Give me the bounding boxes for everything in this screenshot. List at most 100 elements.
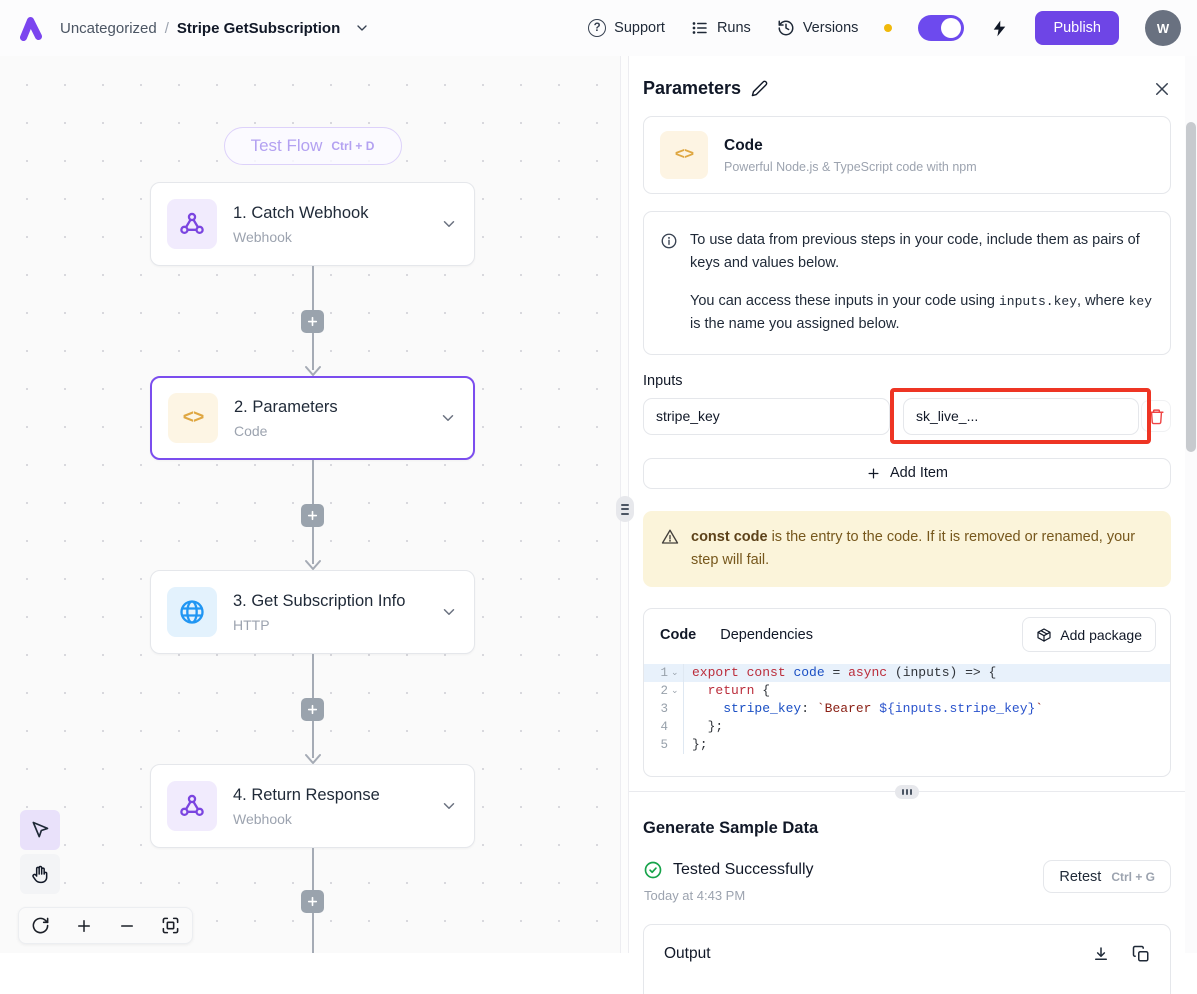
output-title: Output <box>664 945 711 963</box>
warning-text: const code is the entry to the code. If … <box>691 526 1153 572</box>
step-title: 2. Parameters <box>234 398 423 417</box>
canvas-zoom-toolbar <box>18 907 193 944</box>
chevron-down-icon[interactable] <box>440 797 458 815</box>
panel-resize-handle[interactable] <box>616 496 634 522</box>
fit-view-icon[interactable] <box>155 911 185 941</box>
flow-canvas[interactable]: Test Flow Ctrl + D 1. Catch Webhook Webh… <box>0 56 620 953</box>
flow-connector <box>283 654 343 764</box>
support-button[interactable]: ? Support <box>588 19 665 37</box>
zoom-in-icon[interactable] <box>69 911 99 941</box>
scrollbar-thumb[interactable] <box>1186 122 1196 452</box>
code-line: 2⌄ return { <box>644 682 1170 700</box>
arrow-down-icon <box>303 365 323 377</box>
piece-name: Code <box>724 137 977 155</box>
line-number: 3 <box>660 700 668 718</box>
close-icon[interactable] <box>1153 80 1171 98</box>
runs-button[interactable]: Runs <box>691 19 751 37</box>
generate-sample-data-title: Generate Sample Data <box>643 819 1171 838</box>
arrow-down-icon <box>303 753 323 765</box>
fold-chevron-icon[interactable]: ⌄ <box>671 682 680 700</box>
add-step-button[interactable] <box>301 890 324 913</box>
zoom-out-icon[interactable] <box>112 911 142 941</box>
arrow-down-icon <box>303 559 323 571</box>
test-flow-shortcut: Ctrl + D <box>331 139 374 153</box>
piece-description: Powerful Node.js & TypeScript code with … <box>724 160 977 174</box>
step-card-catch-webhook[interactable]: 1. Catch Webhook Webhook <box>150 182 475 266</box>
step-subtitle: Code <box>234 423 423 439</box>
edit-pencil-icon[interactable] <box>751 80 768 97</box>
code-line: 1⌄export const code = async (inputs) => … <box>644 664 1170 682</box>
output-card: Output <box>643 924 1171 994</box>
download-icon[interactable] <box>1092 945 1110 963</box>
section-resize-handle[interactable] <box>895 785 919 799</box>
info-paragraph-2: You can access these inputs in your code… <box>690 290 1152 337</box>
trash-icon[interactable] <box>1141 400 1171 432</box>
webhook-icon <box>167 199 217 249</box>
code-line: 5}; <box>644 736 1170 754</box>
step-title: 4. Return Response <box>233 786 424 805</box>
code-line: 3 stripe_key: `Bearer ${inputs.stripe_ke… <box>644 700 1170 718</box>
input-key-field[interactable] <box>643 398 890 435</box>
code-editor-card: Code Dependencies Add package 1⌄export c… <box>643 608 1171 777</box>
hand-tool-button[interactable] <box>20 854 60 894</box>
step-card-parameters[interactable]: <> 2. Parameters Code <box>150 376 475 460</box>
chevron-down-icon[interactable] <box>439 409 457 427</box>
chevron-down-icon[interactable] <box>354 20 370 36</box>
breadcrumb-flow-name[interactable]: Stripe GetSubscription <box>177 20 340 37</box>
test-flow-label: Test Flow <box>251 136 323 156</box>
test-flow-button[interactable]: Test Flow Ctrl + D <box>224 127 402 165</box>
test-status-text: Tested Successfully <box>673 861 814 879</box>
add-step-button[interactable] <box>301 504 324 527</box>
retest-label: Retest <box>1059 869 1101 885</box>
panel-title: Parameters <box>643 78 741 99</box>
step-title: 3. Get Subscription Info <box>233 592 424 611</box>
chevron-down-icon[interactable] <box>440 215 458 233</box>
fold-chevron-icon[interactable]: ⌄ <box>671 664 680 682</box>
code-icon: <> <box>660 131 708 179</box>
chevron-down-icon[interactable] <box>440 603 458 621</box>
runs-label: Runs <box>717 20 751 36</box>
code-editor[interactable]: 1⌄export const code = async (inputs) => … <box>644 660 1170 776</box>
add-item-button[interactable]: Add Item <box>643 458 1171 489</box>
warning-callout: const code is the entry to the code. If … <box>643 511 1171 587</box>
warning-triangle-icon <box>661 528 679 572</box>
step-card-get-subscription-info[interactable]: 3. Get Subscription Info HTTP <box>150 570 475 654</box>
add-item-label: Add Item <box>890 465 948 481</box>
support-label: Support <box>614 20 665 36</box>
line-number: 5 <box>660 736 668 754</box>
flow-enabled-toggle[interactable] <box>918 15 964 41</box>
flow-connector <box>283 848 343 953</box>
retest-shortcut: Ctrl + G <box>1111 870 1155 884</box>
info-icon <box>660 232 678 337</box>
breadcrumb-folder[interactable]: Uncategorized <box>60 20 157 37</box>
add-package-label: Add package <box>1060 627 1142 643</box>
flow-connector <box>283 460 343 570</box>
globe-icon <box>167 587 217 637</box>
add-step-button[interactable] <box>301 310 324 333</box>
parameters-panel: Parameters <> Code Powerful Node.js & Ty… <box>629 56 1185 953</box>
line-number: 1 <box>660 664 668 682</box>
versions-button[interactable]: Versions <box>777 19 859 37</box>
step-card-return-response[interactable]: 4. Return Response Webhook <box>150 764 475 848</box>
line-number: 2 <box>660 682 668 700</box>
tab-code[interactable]: Code <box>660 627 696 643</box>
breadcrumb-separator: / <box>165 20 169 37</box>
add-step-button[interactable] <box>301 698 324 721</box>
copy-icon[interactable] <box>1132 945 1150 963</box>
piece-info-card: <> Code Powerful Node.js & TypeScript co… <box>643 116 1171 194</box>
avatar[interactable]: W <box>1145 10 1181 46</box>
tab-dependencies[interactable]: Dependencies <box>720 627 813 643</box>
panel-scrollbar <box>1185 56 1197 953</box>
add-package-button[interactable]: Add package <box>1022 617 1156 652</box>
refresh-icon[interactable] <box>26 911 56 941</box>
input-value-field[interactable] <box>903 398 1139 435</box>
unsaved-indicator-dot <box>884 24 892 32</box>
publish-button[interactable]: Publish <box>1035 11 1119 45</box>
retest-button[interactable]: Retest Ctrl + G <box>1043 860 1171 893</box>
code-line: 4 }; <box>644 718 1170 736</box>
app-logo-icon[interactable] <box>16 13 46 43</box>
lightning-icon[interactable] <box>990 19 1009 38</box>
step-subtitle: HTTP <box>233 617 424 633</box>
code-icon: <> <box>168 393 218 443</box>
select-tool-button[interactable] <box>20 810 60 850</box>
